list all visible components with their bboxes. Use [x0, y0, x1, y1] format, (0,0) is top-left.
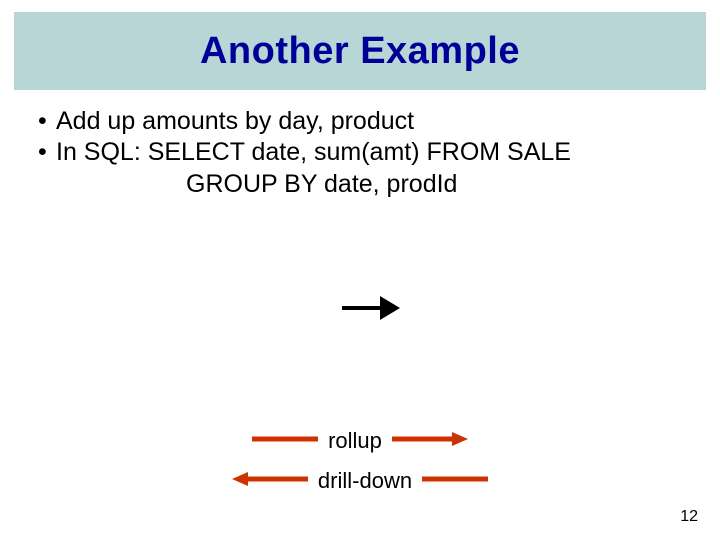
bullet-mark-icon: • — [38, 106, 56, 137]
legend-rollup: rollup — [0, 428, 720, 454]
line-segment-icon — [250, 431, 320, 452]
line-segment-icon — [420, 471, 490, 492]
page-title: Another Example — [200, 30, 520, 73]
list-item: • Add up amounts by day, product — [38, 106, 690, 137]
bullet-text: Add up amounts by day, product — [56, 106, 414, 137]
arrow-right-icon — [340, 290, 400, 331]
arrow-left-icon — [230, 471, 310, 492]
list-item: • In SQL: SELECT date, sum(amt) FROM SAL… — [38, 137, 690, 168]
legend-label: rollup — [328, 428, 382, 454]
bullet-list: • Add up amounts by day, product • In SQ… — [38, 106, 690, 200]
bullet-mark-icon: • — [38, 137, 56, 168]
legend-label: drill-down — [318, 468, 412, 494]
page-number: 12 — [680, 508, 698, 526]
legend-drilldown: drill-down — [0, 468, 720, 494]
arrow-right-icon — [390, 431, 470, 452]
bullet-text-continuation: GROUP BY date, prodId — [38, 169, 690, 200]
title-band: Another Example — [14, 12, 706, 90]
bullet-text: In SQL: SELECT date, sum(amt) FROM SALE — [56, 137, 571, 168]
